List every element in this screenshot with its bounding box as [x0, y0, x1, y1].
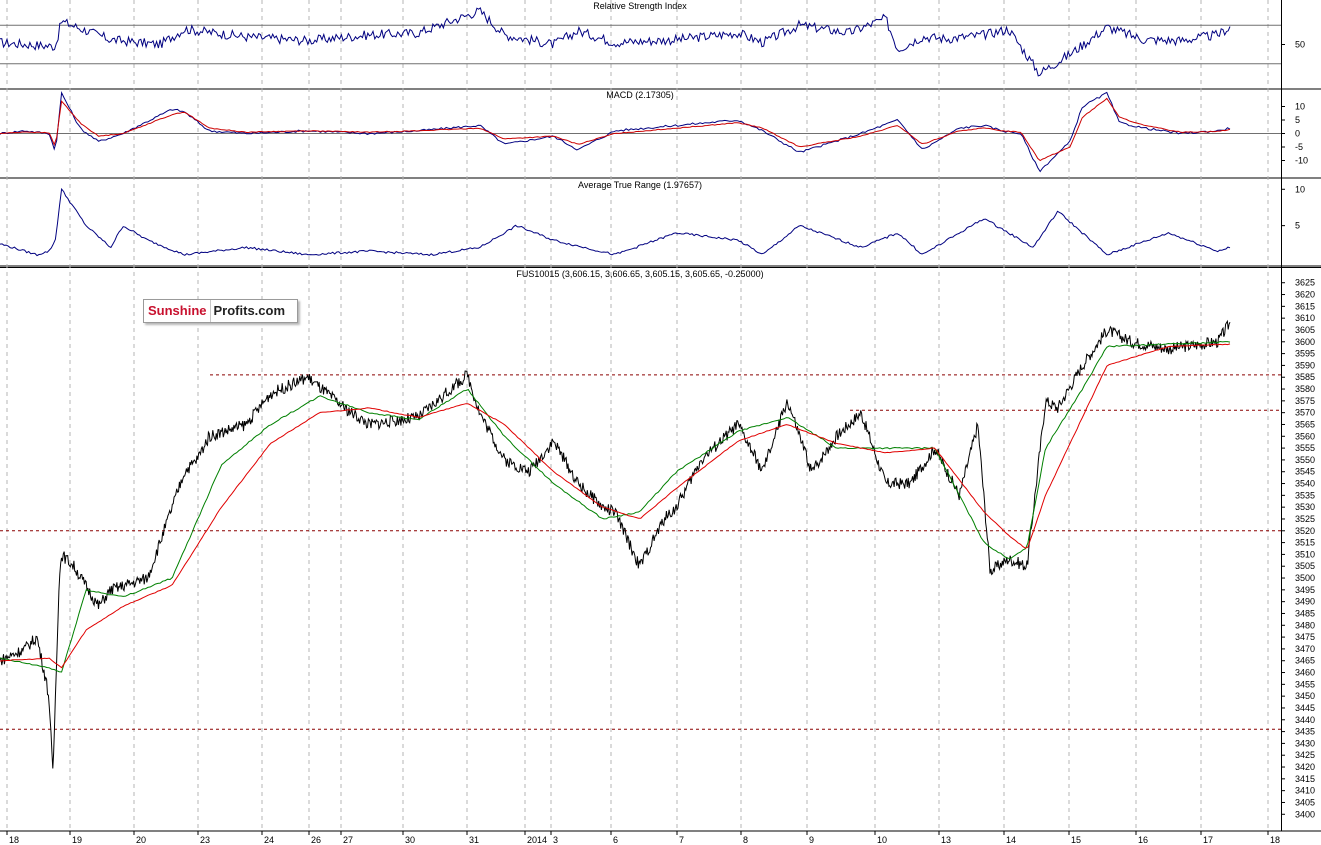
sunshine-profits-logo[interactable]: Sunshine Profits.com	[143, 299, 299, 323]
panel-0-series-0	[0, 7, 1231, 77]
xtick-label-12: 7	[679, 835, 684, 845]
panel-3-ytick-40: 3425	[1295, 750, 1315, 760]
panel-3-ytick-20: 3525	[1295, 514, 1315, 524]
panel-3-ytick-33: 3460	[1295, 668, 1315, 678]
xtick-label-5: 26	[311, 835, 321, 845]
panel-3-ytick-36: 3445	[1295, 703, 1315, 713]
xtick-label-10: 3	[553, 835, 558, 845]
panel-3-ytick-5: 3600	[1295, 337, 1315, 347]
panel-3-ytick-32: 3465	[1295, 656, 1315, 666]
panel-2-series-0	[0, 187, 1231, 257]
panel-0-ytick-0: 50	[1295, 40, 1305, 50]
panel-3-ytick-29: 3480	[1295, 620, 1315, 630]
panel-3-ytick-2: 3615	[1295, 301, 1315, 311]
xtick-label-9: 2014	[527, 835, 547, 845]
logo-part-profits: Profits.com	[209, 300, 298, 322]
panel-3-ytick-11: 3570	[1295, 408, 1315, 418]
xtick-label-17: 14	[1006, 835, 1016, 845]
xtick-label-19: 16	[1138, 835, 1148, 845]
panel-3-ytick-10: 3575	[1295, 396, 1315, 406]
axis-labels: 501050-5-1010536253620361536103605360035…	[6, 40, 1315, 845]
panel-1-ytick-2: 0	[1295, 129, 1300, 139]
panel-3-ytick-27: 3490	[1295, 597, 1315, 607]
support-lines	[0, 374, 1281, 730]
panel-3-ytick-44: 3405	[1295, 797, 1315, 807]
xtick-label-1: 19	[72, 835, 82, 845]
panel-3-title: FUS10015 (3,606.15, 3,606.65, 3,605.15, …	[516, 269, 763, 279]
panel-3-ytick-17: 3540	[1295, 479, 1315, 489]
gridlines	[0, 0, 1281, 831]
panel-3-ytick-31: 3470	[1295, 644, 1315, 654]
panel-3-ytick-26: 3495	[1295, 585, 1315, 595]
logo-part-sunshine: Sunshine	[144, 300, 210, 322]
panel-3-ytick-25: 3500	[1295, 573, 1315, 583]
panel-3-ytick-18: 3535	[1295, 490, 1315, 500]
panel-3-ytick-0: 3625	[1295, 278, 1315, 288]
panel-3-ytick-41: 3420	[1295, 762, 1315, 772]
panel-3-series-price	[0, 319, 1231, 769]
panel-3-ytick-24: 3505	[1295, 561, 1315, 571]
panel-1-title: MACD (2.17305)	[606, 90, 674, 100]
panel-3-ytick-21: 3520	[1295, 526, 1315, 536]
xtick-label-15: 10	[877, 835, 887, 845]
panel-3-ytick-3: 3610	[1295, 313, 1315, 323]
panel-3-ytick-30: 3475	[1295, 632, 1315, 642]
panel-3-ytick-22: 3515	[1295, 538, 1315, 548]
panel-3-ytick-7: 3590	[1295, 360, 1315, 370]
panel-3-ytick-13: 3560	[1295, 431, 1315, 441]
xtick-label-4: 24	[264, 835, 274, 845]
panel-3-ytick-6: 3595	[1295, 349, 1315, 359]
panel-3-ytick-35: 3450	[1295, 691, 1315, 701]
panel-1-ytick-1: 5	[1295, 115, 1300, 125]
panel-3-ytick-16: 3545	[1295, 467, 1315, 477]
xtick-label-18: 15	[1071, 835, 1081, 845]
panel-3-ytick-8: 3585	[1295, 372, 1315, 382]
panel-3-ytick-14: 3555	[1295, 443, 1315, 453]
xtick-label-16: 13	[941, 835, 951, 845]
xtick-label-11: 6	[613, 835, 618, 845]
panel-1-ytick-0: 10	[1295, 102, 1305, 112]
panel-3-ytick-28: 3485	[1295, 608, 1315, 618]
xtick-label-20: 17	[1203, 835, 1213, 845]
panel-3-ytick-9: 3580	[1295, 384, 1315, 394]
panel-3-ytick-37: 3440	[1295, 715, 1315, 725]
panel-3-ytick-1: 3620	[1295, 290, 1315, 300]
panel-1-series-0	[0, 91, 1231, 173]
panel-1-ytick-4: -10	[1295, 156, 1308, 166]
panel-3-ytick-12: 3565	[1295, 419, 1315, 429]
panel-3-ytick-19: 3530	[1295, 502, 1315, 512]
xtick-label-6: 27	[343, 835, 353, 845]
panel-3-ytick-43: 3410	[1295, 786, 1315, 796]
xtick-label-8: 31	[469, 835, 479, 845]
panel-3-ytick-42: 3415	[1295, 774, 1315, 784]
panel-1-series-1	[0, 97, 1231, 162]
panel-3-series-ma_slow	[0, 343, 1231, 669]
xtick-label-0: 18	[9, 835, 19, 845]
xtick-label-13: 8	[743, 835, 748, 845]
stock-chart: 501050-5-1010536253620361536103605360035…	[0, 0, 1321, 845]
panel-2-ytick-0: 10	[1295, 184, 1305, 194]
panel-2-ytick-1: 5	[1295, 221, 1300, 231]
xtick-label-2: 20	[136, 835, 146, 845]
panel-3-ytick-34: 3455	[1295, 679, 1315, 689]
panel-3-ytick-39: 3430	[1295, 738, 1315, 748]
panel-3-ytick-15: 3550	[1295, 455, 1315, 465]
panel-3-ytick-4: 3605	[1295, 325, 1315, 335]
panel-3-series-ma_fast	[0, 340, 1231, 673]
panel-3-ytick-23: 3510	[1295, 549, 1315, 559]
panel-3-ytick-38: 3435	[1295, 727, 1315, 737]
xtick-label-14: 9	[809, 835, 814, 845]
series-layer	[0, 7, 1231, 769]
panel-2-title: Average True Range (1.97657)	[578, 180, 702, 190]
xtick-label-21: 18	[1270, 835, 1280, 845]
panel-1-ytick-3: -5	[1295, 142, 1303, 152]
xtick-label-3: 23	[200, 835, 210, 845]
panel-3-ytick-45: 3400	[1295, 809, 1315, 819]
xtick-label-7: 30	[405, 835, 415, 845]
panel-0-title: Relative Strength Index	[593, 1, 687, 11]
